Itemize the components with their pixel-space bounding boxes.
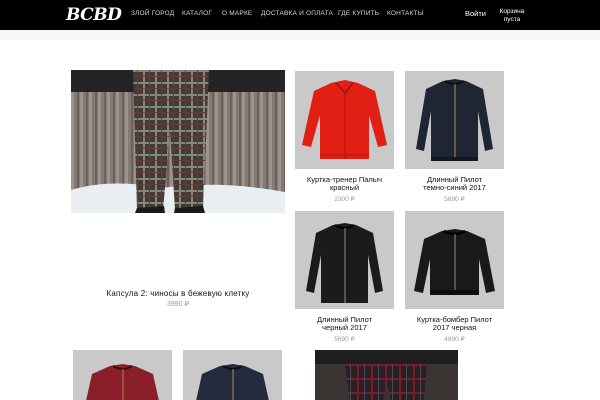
header-shadow <box>0 30 600 40</box>
product-name-line: черный 2017 <box>322 323 367 332</box>
burgundy-bomber-jacket-icon <box>86 364 159 400</box>
product-name-line: темно-синий 2017 <box>423 183 486 192</box>
product-image[interactable] <box>405 71 504 169</box>
product-name[interactable]: Длинный Пилот черный 2017 <box>295 316 394 332</box>
product-name-line: 2017 черная <box>432 323 477 332</box>
product-price: 2300 ₽ <box>334 196 355 203</box>
nav-zloy-gorod[interactable]: ЗЛОЙ ГОРОД <box>131 10 174 17</box>
product-image[interactable] <box>295 211 394 309</box>
product-price: 4890 ₽ <box>444 336 465 343</box>
navy-bomber-jacket-icon <box>196 364 269 400</box>
red-coach-jacket-icon <box>302 80 387 159</box>
product-image[interactable] <box>183 350 282 400</box>
nav-catalog[interactable]: КАТАЛОГ <box>182 10 212 17</box>
product-price: 5690 ₽ <box>444 196 465 203</box>
login-link[interactable]: Войти <box>465 9 486 18</box>
featured-capsule-image[interactable] <box>71 70 285 213</box>
nav-where-to-buy[interactable]: ГДЕ КУПИТЬ <box>338 10 379 17</box>
nav-about[interactable]: О МАРКЕ <box>222 10 252 17</box>
product-card[interactable]: Длинный Пилот темно-синий 2017 5690 ₽ <box>405 71 504 203</box>
cart-label: Корзина <box>499 8 525 15</box>
cart-link[interactable]: Корзина пуста <box>494 8 530 24</box>
cart-status: пуста <box>503 16 521 23</box>
featured-title[interactable]: Капсула 2: чиносы в бежевую клетку <box>71 289 285 298</box>
product-card[interactable]: Куртка-тренер Палыч красный 2300 ₽ <box>295 71 394 203</box>
product-card[interactable]: Куртка-бомбер Пилот 2017 черная 4890 ₽ <box>405 211 504 343</box>
black-long-bomber-jacket-icon <box>306 223 383 303</box>
nav-delivery[interactable]: ДОСТАВКА И ОПЛАТА <box>261 10 333 17</box>
nav-contacts[interactable]: КОНТАКТЫ <box>387 10 424 17</box>
product-price: 5690 ₽ <box>334 336 355 343</box>
product-image[interactable] <box>295 71 394 169</box>
black-bomber-jacket-icon <box>414 229 495 295</box>
product-image[interactable] <box>405 211 504 309</box>
product-card[interactable]: Длинный Пилот черный 2017 5690 ₽ <box>295 211 394 343</box>
featured-price: 3990 ₽ <box>167 301 189 308</box>
navy-long-bomber-jacket-icon <box>416 79 493 161</box>
product-name[interactable]: Куртка-бомбер Пилот 2017 черная <box>405 316 504 332</box>
product-name[interactable]: Длинный Пилот темно-синий 2017 <box>405 176 504 192</box>
product-name-line: красный <box>329 183 360 192</box>
top-navbar: BCBD ЗЛОЙ ГОРОД КАТАЛОГ О МАРКЕ ДОСТАВКА… <box>0 0 600 30</box>
product-image[interactable] <box>73 350 172 400</box>
product-name[interactable]: Куртка-тренер Палыч красный <box>295 176 394 192</box>
brand-logo[interactable]: BCBD <box>66 5 122 25</box>
plaid-trousers-photo-icon <box>315 350 458 400</box>
product-image[interactable] <box>315 350 458 400</box>
